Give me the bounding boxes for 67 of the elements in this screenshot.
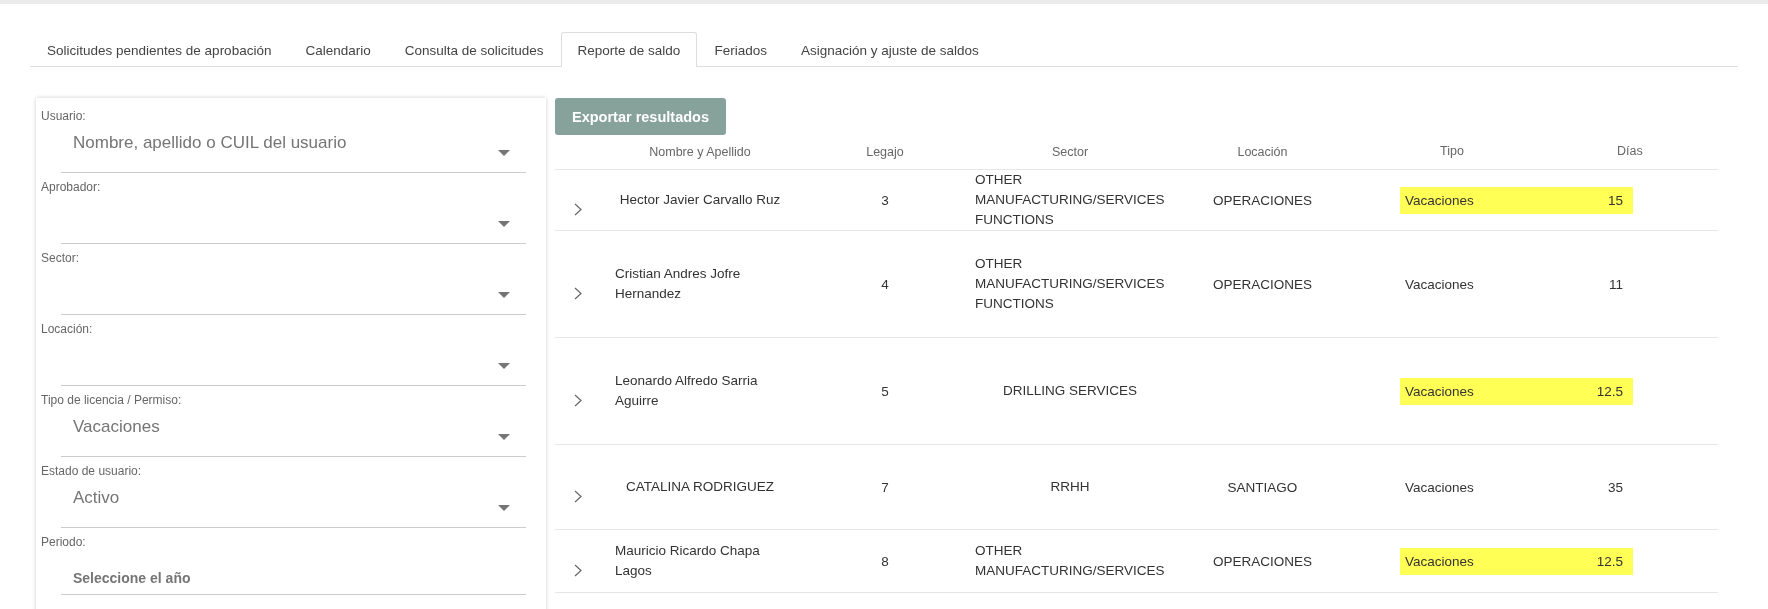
table-cell: SANTIAGO	[1227, 479, 1298, 495]
table-cell-text: Leonardo Alfredo Sarria Aguirre	[615, 372, 759, 410]
caret-icon	[498, 292, 510, 298]
tab[interactable]: Asignación y ajuste de saldos	[783, 32, 996, 67]
tab[interactable]: Calendario	[288, 32, 388, 67]
table-cell: Vacaciones	[1405, 479, 1474, 495]
table-cell-text: RRHH	[1050, 478, 1090, 496]
table-cell: 3	[881, 192, 889, 208]
select-field[interactable]: Vacaciones	[61, 407, 526, 457]
column-header: Locación	[1237, 145, 1288, 159]
table-cell: Vacaciones	[1405, 192, 1474, 208]
table-cell: 35	[1607, 479, 1623, 495]
column-header: Legajo	[866, 145, 904, 159]
field-label: Usuario:	[41, 109, 86, 123]
table-cell: OPERACIONES	[1213, 276, 1312, 292]
chevron-right-icon[interactable]	[573, 286, 582, 300]
chevron-right-icon[interactable]	[573, 393, 582, 407]
caret-icon	[498, 434, 510, 440]
column-header: Tipo	[1440, 144, 1464, 158]
table-cell: Vacaciones	[1405, 383, 1474, 399]
field-placeholder: Nombre, apellido o CUIL del usuario	[73, 132, 347, 153]
tab[interactable]: Feriados	[697, 32, 784, 67]
column-header: Nombre y Apellido	[649, 145, 751, 159]
tab[interactable]: Consulta de solicitudes	[387, 32, 561, 67]
table-cell-text: CATALINA RODRIGUEZ	[626, 478, 774, 496]
field-label: Aprobador:	[41, 180, 101, 194]
chevron-right-icon[interactable]	[573, 202, 582, 216]
table-cell-text: OTHER MANUFACTURING/SERVICES FUNCTIONS	[975, 255, 1165, 313]
table-cell: 15	[1607, 192, 1623, 208]
table-cell-text: Hector Javier Carvallo Ruz	[619, 191, 781, 209]
chevron-right-icon[interactable]	[573, 563, 582, 577]
field-label: Locación:	[41, 322, 93, 336]
table-cell: OPERACIONES	[1213, 553, 1312, 569]
table-cell: Vacaciones	[1405, 553, 1474, 569]
table-cell-text: Mauricio Ricardo Chapa Lagos	[615, 542, 761, 580]
caret-icon	[498, 150, 510, 156]
table-cell: 12.5	[1596, 553, 1623, 569]
caret-icon	[498, 505, 510, 511]
table-cell-text: OTHER MANUFACTURING/SERVICES FUNCTIONS	[975, 171, 1165, 229]
select-field[interactable]: Seleccione el año	[61, 549, 526, 595]
field-label: Periodo:	[41, 535, 86, 549]
tab[interactable]: Reporte de saldo	[560, 32, 698, 67]
field-label: Estado de usuario:	[41, 464, 142, 478]
table-cell: 12.5	[1596, 383, 1623, 399]
column-header: Sector	[1051, 145, 1089, 159]
field-label: Tipo de licencia / Permiso:	[41, 393, 182, 407]
table-cell: 4	[881, 276, 889, 292]
caret-icon	[498, 221, 510, 227]
chevron-right-icon[interactable]	[573, 489, 582, 503]
tab[interactable]: Solicitudes pendientes de aprobación	[30, 32, 289, 67]
table-cell: 7	[881, 479, 889, 495]
field-placeholder: Seleccione el año	[73, 569, 191, 586]
table-cell-text: Cristian Andres Jofre Hernandez	[615, 265, 742, 303]
table-cell-text: DRILLING SERVICES	[1002, 382, 1137, 400]
caret-icon	[498, 363, 510, 369]
table-cell-text: OTHER MANUFACTURING/SERVICES	[975, 542, 1165, 580]
column-header: Días	[1617, 144, 1643, 158]
select-field[interactable]: Nombre, apellido o CUIL del usuario	[61, 123, 526, 173]
field-label: Sector:	[41, 251, 79, 265]
table-cell: Vacaciones	[1405, 276, 1474, 292]
field-value: Activo	[73, 487, 120, 508]
table-cell: OPERACIONES	[1213, 192, 1312, 208]
field-value: Vacaciones	[73, 416, 160, 437]
table-cell: 5	[881, 383, 889, 399]
table-cell: 11	[1609, 276, 1623, 292]
table-cell: 8	[881, 553, 889, 569]
select-field[interactable]: Activo	[61, 478, 526, 528]
